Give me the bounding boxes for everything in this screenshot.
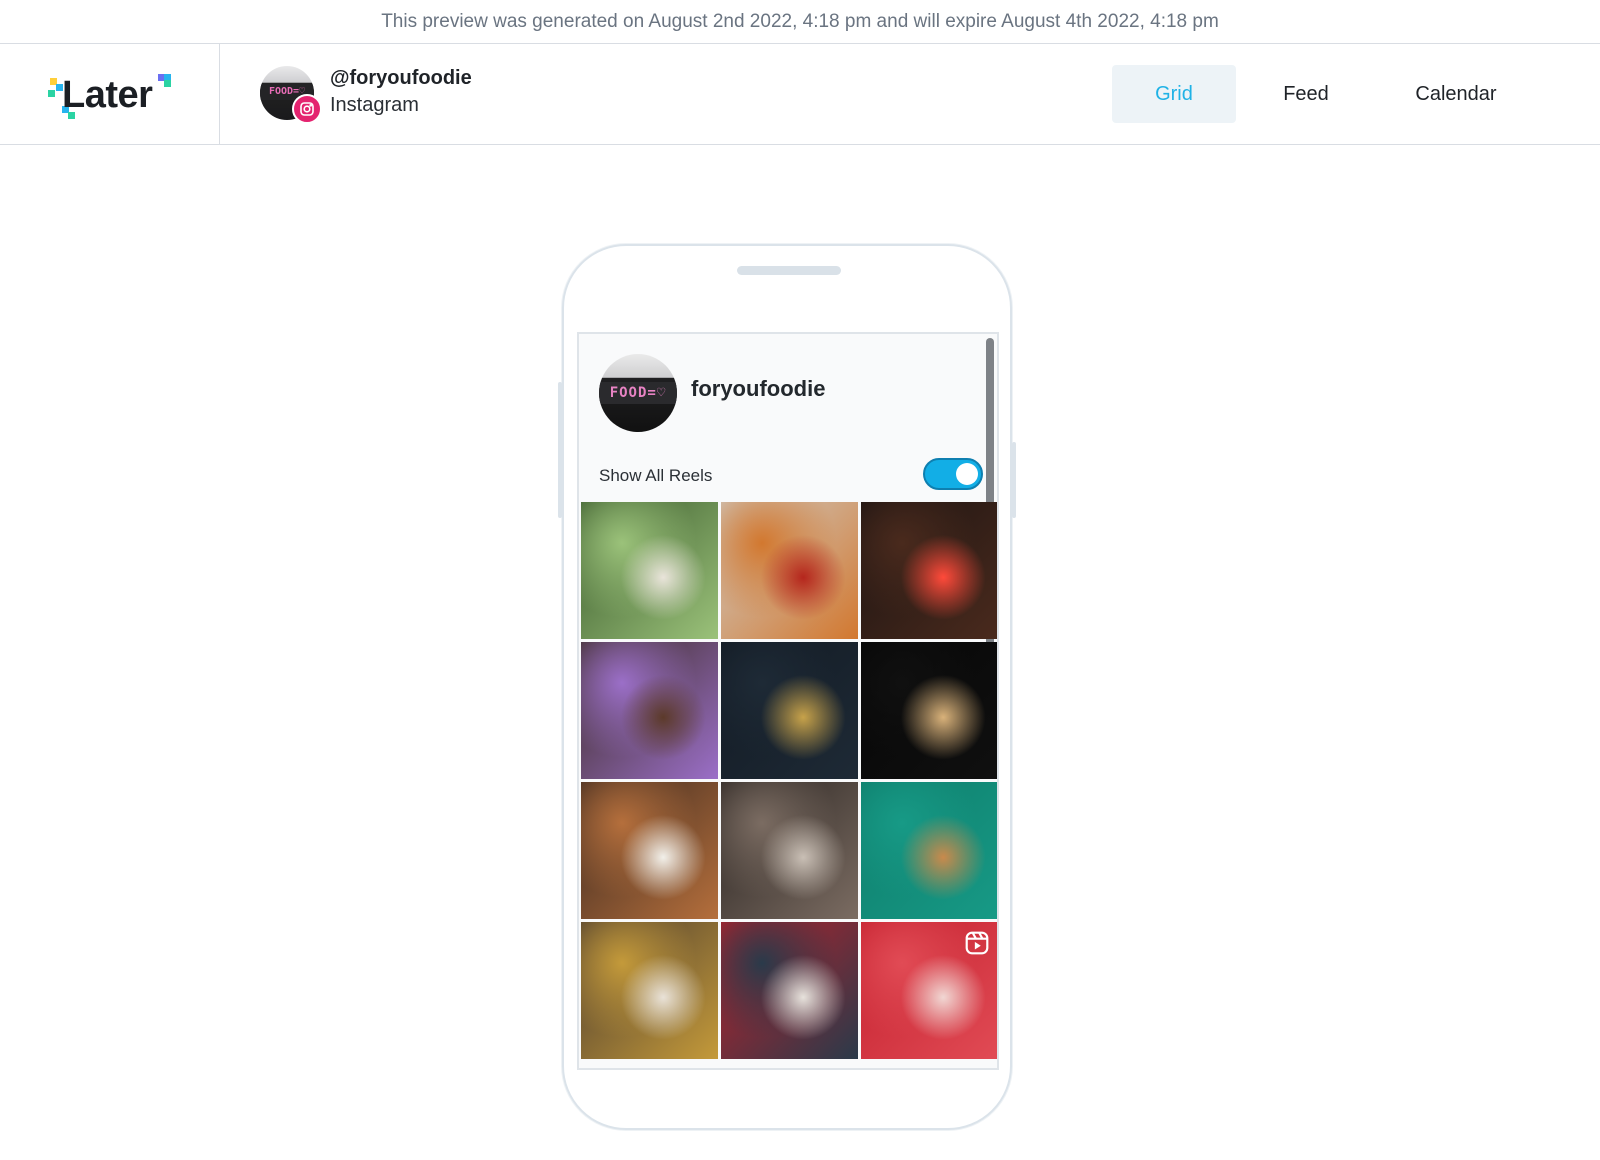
- logo-pixel: [48, 90, 55, 97]
- tab-feed[interactable]: Feed: [1236, 65, 1376, 123]
- preview-expiry-text: This preview was generated on August 2nd…: [381, 10, 1219, 32]
- tab-calendar[interactable]: Calendar: [1376, 65, 1536, 123]
- phone-side-button: [1012, 442, 1016, 518]
- reel-icon: [965, 931, 989, 955]
- account-platform: Instagram: [330, 94, 419, 116]
- grid-post-pancakes-plate[interactable]: [721, 782, 858, 919]
- show-all-reels-toggle[interactable]: [923, 458, 983, 490]
- profile-avatar: FOOD=♡: [599, 354, 677, 432]
- instagram-preview-screen[interactable]: FOOD=♡ foryoufoodie Show All Reels: [577, 332, 999, 1070]
- phone-side-button: [558, 382, 562, 518]
- phone-speaker: [737, 266, 841, 275]
- grid-post-taco-in-hand[interactable]: [861, 642, 997, 779]
- tab-grid[interactable]: Grid: [1112, 65, 1236, 123]
- logo-container: Later: [0, 44, 220, 144]
- phone-mockup: FOOD=♡ foryoufoodie Show All Reels: [558, 244, 1016, 1130]
- grid-post-neon-coffee-sign[interactable]: [861, 502, 997, 639]
- later-logo[interactable]: Later: [46, 72, 176, 119]
- account-handle: @foryoufoodie: [330, 67, 472, 89]
- instagram-icon: [292, 94, 322, 124]
- grid-post-spaghetti-bowl[interactable]: [721, 642, 858, 779]
- profile-name: foryoufoodie: [691, 376, 826, 401]
- header: Later FOOD=♡ @foryoufoodie Instagram Gri…: [0, 44, 1600, 145]
- grid-post-iced-coffee[interactable]: [861, 782, 997, 919]
- grid-post-champagne-reel[interactable]: [861, 922, 997, 1059]
- grid-post-diner-storefront[interactable]: [721, 922, 858, 1059]
- avatar-sign-text: FOOD=♡: [599, 382, 677, 404]
- grid-post-pizza[interactable]: [721, 502, 858, 639]
- logo-text: Later: [62, 74, 153, 116]
- grid-post-purple-popsicles[interactable]: [581, 642, 718, 779]
- view-tabs: Grid Feed Calendar: [1112, 65, 1536, 123]
- toggle-knob: [956, 463, 978, 485]
- logo-pixel: [164, 80, 171, 87]
- grid-post-pancake-stack[interactable]: [581, 782, 718, 919]
- show-all-reels-label: Show All Reels: [599, 466, 713, 485]
- grid-post-barista-woman[interactable]: [581, 922, 718, 1059]
- preview-expiry-notice: This preview was generated on August 2nd…: [0, 0, 1600, 44]
- grid-post-salad-greens[interactable]: [581, 502, 718, 639]
